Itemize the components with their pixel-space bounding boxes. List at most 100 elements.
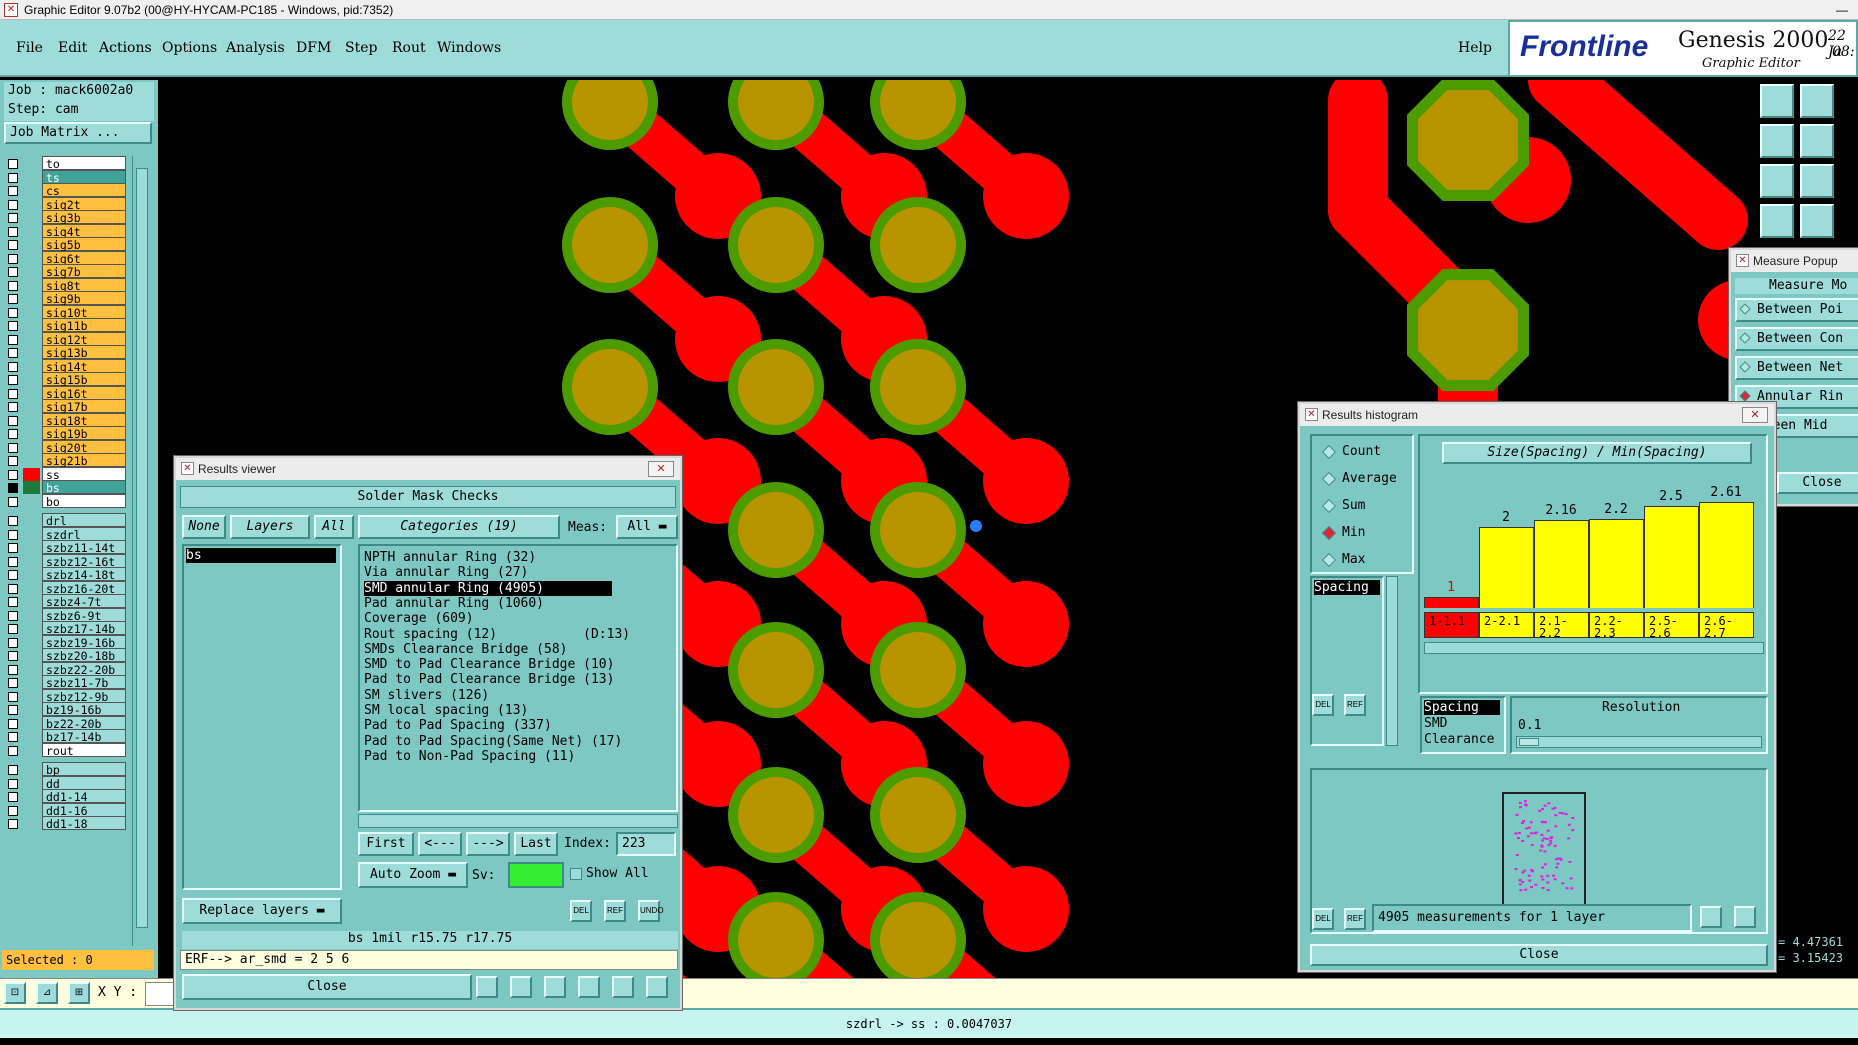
delete-results-icon[interactable] <box>544 976 566 998</box>
layer-row-rout[interactable]: rout <box>4 742 126 758</box>
import-measure-icon[interactable] <box>1734 906 1756 928</box>
histogram-bar[interactable] <box>1589 518 1644 608</box>
layer-checkbox[interactable] <box>8 159 18 169</box>
layer-checkbox[interactable] <box>8 375 18 385</box>
hist-ref-icon[interactable]: REF <box>1344 694 1366 716</box>
layer-checkbox[interactable] <box>8 496 18 507</box>
legend-list[interactable]: Spacing SMD Clearance <box>1420 696 1506 754</box>
last-button[interactable]: Last <box>514 832 558 856</box>
del2-icon[interactable]: DEL <box>1312 908 1334 930</box>
layer-checkbox[interactable] <box>8 651 18 661</box>
category-item[interactable]: Pad to Pad Clearance Bridge (13) <box>364 672 614 687</box>
sort-icon[interactable] <box>578 976 600 998</box>
layer-checkbox[interactable] <box>8 624 18 634</box>
list-item[interactable]: Spacing <box>1314 580 1380 595</box>
layer-checkbox[interactable] <box>8 213 18 223</box>
layer-checkbox[interactable] <box>8 570 18 580</box>
category-item[interactable]: SM local spacing (13) <box>364 703 612 718</box>
layer-checkbox[interactable] <box>8 240 18 250</box>
close-icon[interactable]: ✕ <box>648 461 674 477</box>
import-icon[interactable] <box>510 976 532 998</box>
layer-checkbox[interactable] <box>8 307 18 318</box>
layer-checkbox[interactable] <box>8 199 18 210</box>
report-icon[interactable] <box>612 976 634 998</box>
menu-windows[interactable]: Windows <box>437 40 501 56</box>
list-item[interactable]: SMD <box>1424 716 1447 731</box>
layer-checkbox[interactable] <box>8 583 18 594</box>
category-item[interactable]: Via annular Ring (27) <box>364 565 612 580</box>
histogram-bar[interactable] <box>1534 520 1589 608</box>
layer-checkbox[interactable] <box>8 678 18 688</box>
zoom-page-icon[interactable] <box>1760 84 1794 118</box>
measure-list[interactable]: Spacing <box>1310 576 1384 746</box>
menu-actions[interactable]: Actions <box>99 40 152 56</box>
menu-dfm[interactable]: DFM <box>296 40 331 56</box>
xy-input[interactable] <box>145 982 175 1006</box>
layer-checkbox[interactable] <box>8 267 18 277</box>
zoom-fit-icon[interactable] <box>1760 164 1794 198</box>
layer-checkbox[interactable] <box>8 664 18 675</box>
layer-checkbox[interactable] <box>8 280 18 291</box>
menu-step[interactable]: Step <box>345 40 377 56</box>
layer-checkbox[interactable] <box>8 321 18 331</box>
resolution-slider[interactable] <box>1516 736 1762 748</box>
layer-checkbox[interactable] <box>8 334 18 345</box>
histogram-icon[interactable] <box>646 976 668 998</box>
mode-radio-min[interactable]: Min <box>1321 525 1365 540</box>
layer-checkbox[interactable] <box>8 765 18 775</box>
job-matrix-button[interactable]: Job Matrix ... <box>4 122 152 144</box>
undo-icon[interactable]: UNDO <box>638 900 664 922</box>
menu-rout[interactable]: Rout <box>392 40 426 56</box>
list-item[interactable]: Spacing <box>1424 700 1500 715</box>
layer-checkbox[interactable] <box>8 691 18 702</box>
next-button[interactable]: ---> <box>466 832 510 856</box>
pan-right-icon[interactable] <box>1800 124 1834 158</box>
layer-checkbox[interactable] <box>8 456 18 466</box>
menu-file[interactable]: File <box>16 40 43 56</box>
histogram-close-button[interactable]: Close <box>1310 944 1768 966</box>
layer-row-dd1-18[interactable]: dd1-18 <box>4 816 126 831</box>
ref-icon[interactable]: REF <box>604 900 626 922</box>
layers-button[interactable]: Layers <box>230 515 310 539</box>
layer-checkbox[interactable] <box>8 637 18 648</box>
layer-checkbox[interactable] <box>8 597 18 607</box>
mode-radio-sum[interactable]: Sum <box>1321 498 1365 513</box>
layer-row-bo[interactable]: bo <box>4 493 126 509</box>
layer-checkbox[interactable] <box>8 186 18 196</box>
layer-checkbox[interactable] <box>8 610 18 621</box>
layer-checkbox[interactable] <box>8 819 18 829</box>
tool-3-icon[interactable]: ⊞ <box>68 982 90 1004</box>
layer-checkbox[interactable] <box>8 792 18 802</box>
layer-checkbox[interactable] <box>8 745 18 756</box>
none-button[interactable]: None <box>182 515 226 539</box>
menu-edit[interactable]: Edit <box>58 40 87 56</box>
layer-checkbox[interactable] <box>8 778 18 789</box>
measure-close-button[interactable]: Close <box>1777 472 1858 494</box>
layer-checkbox[interactable] <box>8 415 18 426</box>
menu-analysis[interactable]: Analysis <box>226 40 285 56</box>
histogram-bar[interactable] <box>1479 526 1534 608</box>
all-layers-button[interactable]: All <box>314 515 354 539</box>
layer-result-list[interactable]: bs <box>182 544 342 890</box>
snap-tool-icon[interactable] <box>1760 204 1794 238</box>
category-item[interactable]: Rout spacing (12) (D:13) <box>364 627 630 642</box>
layer-checkbox[interactable] <box>8 172 18 183</box>
prev-button[interactable]: <--- <box>418 832 462 856</box>
minimize-button[interactable]: — <box>1836 0 1848 20</box>
category-item[interactable]: Pad to Pad Spacing (337) <box>364 718 612 733</box>
category-item[interactable]: SM slivers (126) <box>364 688 612 703</box>
list-item[interactable]: bs <box>186 548 336 563</box>
categories-button[interactable]: Categories (19) <box>358 515 560 539</box>
layer-checkbox[interactable] <box>8 402 18 412</box>
results-close-button[interactable]: Close <box>182 974 472 1000</box>
index-input[interactable]: 223 <box>616 832 676 856</box>
export-icon[interactable] <box>476 976 498 998</box>
auto-zoom-select[interactable]: Auto Zoom ▬ <box>358 862 468 888</box>
layer-checkbox[interactable] <box>8 483 18 493</box>
category-item[interactable]: SMD annular Ring (4905) <box>364 580 612 596</box>
measure-mode-item[interactable]: Between Poi <box>1735 298 1858 322</box>
category-item[interactable]: Coverage (609) <box>364 611 612 626</box>
close-icon[interactable]: ✕ <box>1742 407 1768 423</box>
category-item[interactable]: SMDs Clearance Bridge (58) <box>364 642 612 657</box>
pan-down-icon[interactable] <box>1800 84 1834 118</box>
